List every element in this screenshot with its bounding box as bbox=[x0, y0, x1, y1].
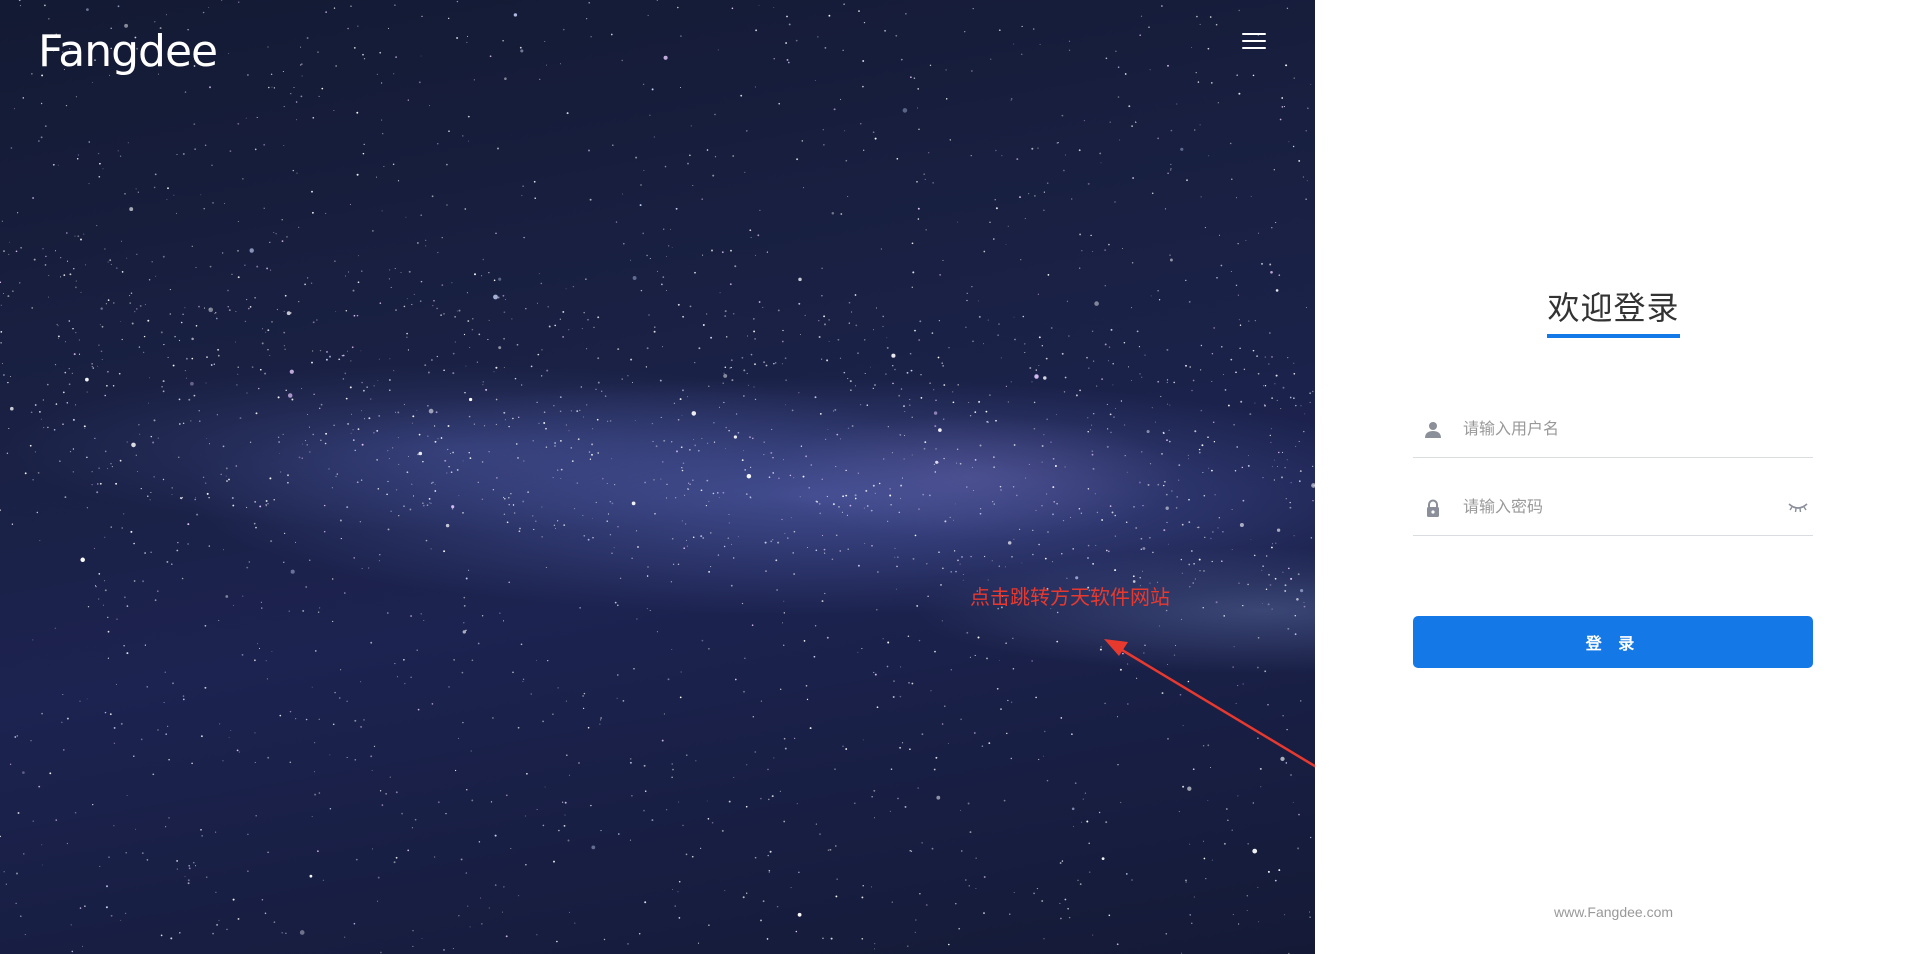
username-input[interactable] bbox=[1463, 412, 1763, 448]
lock-icon bbox=[1427, 499, 1439, 517]
user-icon bbox=[1425, 422, 1441, 438]
website-link[interactable]: www.Fangdee.com bbox=[1315, 902, 1912, 922]
login-title: 欢迎登录 bbox=[1547, 286, 1680, 338]
starfield-background bbox=[0, 0, 1315, 954]
password-input[interactable] bbox=[1463, 490, 1763, 526]
annotation-text[interactable]: 点击跳转方天软件网站 bbox=[970, 584, 1170, 612]
eye-closed-icon[interactable] bbox=[1787, 498, 1809, 516]
login-panel: 欢迎登录 登 录 www.Fangdee.com bbox=[1315, 0, 1912, 954]
hamburger-menu-icon[interactable] bbox=[1240, 30, 1270, 54]
login-button[interactable]: 登 录 bbox=[1413, 616, 1813, 668]
username-field bbox=[1413, 402, 1813, 458]
password-field bbox=[1413, 480, 1813, 536]
hero-starfield-panel: Fangdee 点击跳转方天软件网站 bbox=[0, 0, 1315, 954]
brand-logo[interactable]: Fangdee bbox=[38, 26, 218, 78]
